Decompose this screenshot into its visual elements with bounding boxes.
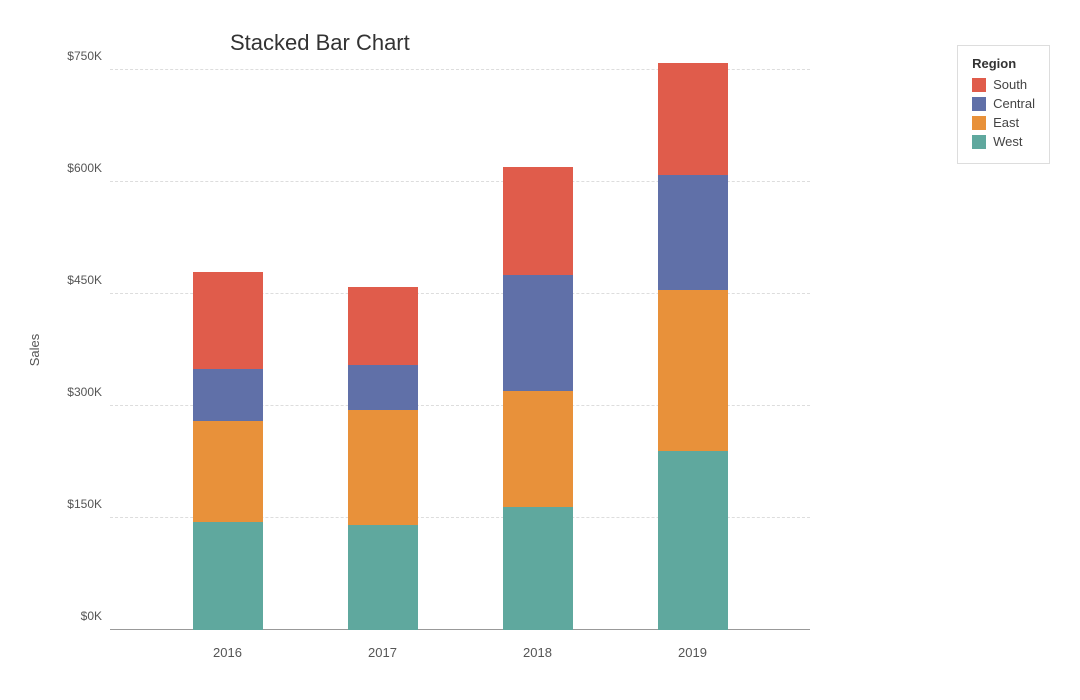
y-tick-label: $300K [67,385,102,399]
x-axis-label: 2019 [678,645,707,660]
bar-segment-east [503,391,573,507]
chart-area: $0K$150K$300K$450K$600K$750K201620172018… [110,70,810,630]
legend: Region South Central East West [957,45,1050,164]
y-axis-label: Sales [27,334,42,367]
bar-group: 2016 [193,272,263,630]
bar-segment-west [503,507,573,630]
legend-label-central: Central [993,96,1035,111]
legend-label-west: West [993,134,1022,149]
bar-segment-south [658,63,728,175]
bar-segment-central [658,175,728,291]
legend-item-central: Central [972,96,1035,111]
bar-segment-east [193,421,263,522]
bar-group: 2018 [503,167,573,630]
legend-swatch-south [972,78,986,92]
y-tick-label: $750K [67,49,102,63]
bar-segment-west [348,525,418,630]
bar-group: 2019 [658,63,728,630]
legend-swatch-central [972,97,986,111]
y-tick-label: $150K [67,497,102,511]
bar-segment-east [658,290,728,451]
bar-segment-central [193,369,263,421]
x-axis-label: 2017 [368,645,397,660]
bar-segment-west [193,522,263,630]
chart-title: Stacked Bar Chart [230,30,410,56]
bar-segment-central [503,275,573,391]
x-axis-label: 2016 [213,645,242,660]
legend-item-east: East [972,115,1035,130]
bar-segment-east [348,410,418,526]
legend-item-west: West [972,134,1035,149]
bar-segment-west [658,451,728,630]
legend-label-south: South [993,77,1027,92]
legend-item-south: South [972,77,1035,92]
y-tick-label: $0K [81,609,102,623]
bars-group: 2016201720182019 [110,70,810,630]
bar-segment-central [348,365,418,410]
y-tick-label: $600K [67,161,102,175]
bar-segment-south [193,272,263,369]
chart-container: Stacked Bar Chart Sales $0K $150K $300K $45… [0,0,1080,700]
y-tick-label: $450K [67,273,102,287]
bar-group: 2017 [348,287,418,630]
legend-title: Region [972,56,1035,71]
legend-swatch-west [972,135,986,149]
bar-segment-south [348,287,418,365]
x-axis-label: 2018 [523,645,552,660]
legend-swatch-east [972,116,986,130]
bar-segment-south [503,167,573,275]
legend-label-east: East [993,115,1019,130]
